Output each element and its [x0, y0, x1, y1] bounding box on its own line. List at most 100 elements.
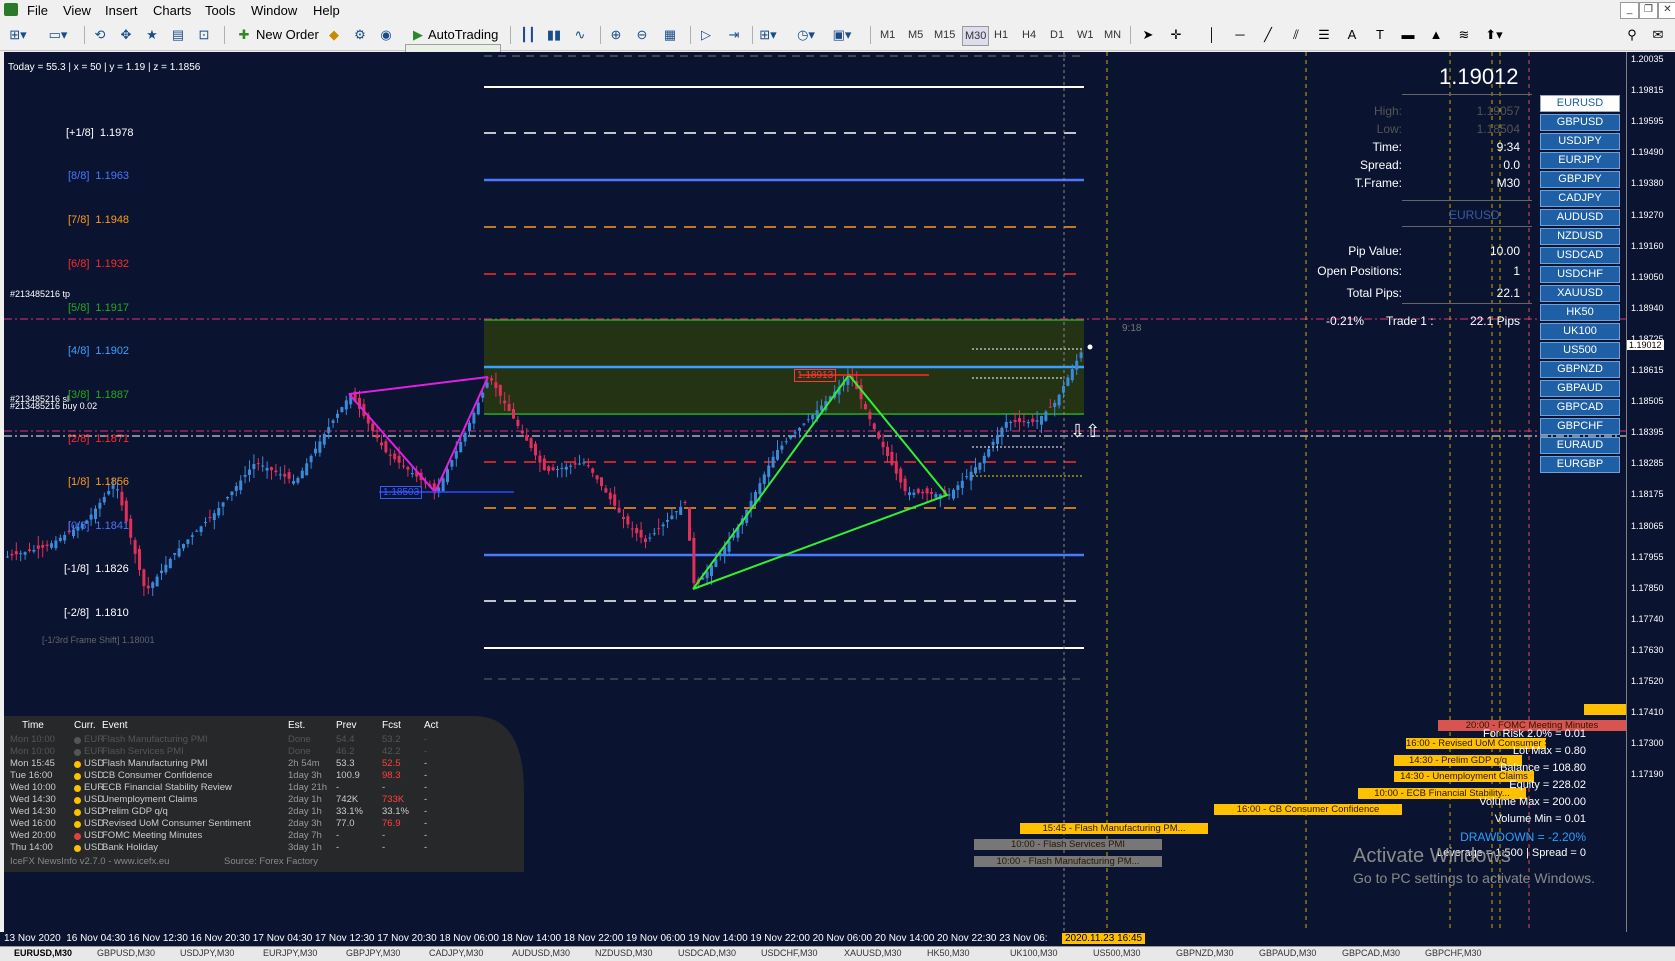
timeframe-mn[interactable]: MN [1104, 26, 1121, 44]
symbol-button-cadjpy[interactable]: CADJPY [1540, 190, 1620, 207]
chart-tab[interactable]: HK50,M30 [927, 948, 970, 958]
menu-tools[interactable]: Tools [205, 3, 235, 18]
indicators-icon[interactable]: ⊞▾ [758, 24, 778, 46]
symbol-button-usdjpy[interactable]: USDJPY [1540, 133, 1620, 150]
new-chart-icon[interactable]: ⊞▾ [8, 24, 28, 46]
symbol-button-euraud[interactable]: EURAUD [1540, 437, 1620, 454]
favorites-icon[interactable]: ★ [142, 24, 162, 46]
line-chart-icon[interactable]: ∿ [570, 24, 590, 46]
symbol-button-gbpusd[interactable]: GBPUSD [1540, 114, 1620, 131]
candlestick-icon[interactable]: ▮▮ [544, 24, 564, 46]
autoscroll-icon[interactable]: ▷ [696, 24, 716, 46]
triangle-icon[interactable]: ▲ [1426, 24, 1446, 46]
timeframe-w1[interactable]: W1 [1077, 26, 1094, 44]
crosshair-icon[interactable]: ✛ [1166, 24, 1186, 46]
chart-tab[interactable]: GBPCHF,M30 [1425, 948, 1482, 958]
symbol-button-usdcad[interactable]: USDCAD [1540, 247, 1620, 264]
chat-icon[interactable]: ✉ [1648, 24, 1668, 46]
chart-tab[interactable]: GBPUSD,M30 [97, 948, 155, 958]
price-axis[interactable]: 1.20035 1.19815 1.19595 1.19490 1.19380 1.192… [1626, 52, 1675, 932]
chart-tab[interactable]: UK100,M30 [1010, 948, 1058, 958]
menu-charts[interactable]: Charts [153, 3, 191, 18]
symbol-button-uk100[interactable]: UK100 [1540, 323, 1620, 340]
horizontal-line-icon[interactable]: ─ [1230, 24, 1250, 46]
new-order-button[interactable]: New Order [256, 24, 319, 46]
menu-view[interactable]: View [63, 3, 91, 18]
market-icon[interactable]: ◉ [376, 24, 396, 46]
fibo-fan-icon[interactable]: ≋ [1454, 24, 1474, 46]
symbol-button-gbpjpy[interactable]: GBPJPY [1540, 171, 1620, 188]
symbol-button-nzdusd[interactable]: NZDUSD [1540, 228, 1620, 245]
minimize-button[interactable]: _ [1620, 2, 1639, 19]
symbol-button-usdchf[interactable]: USDCHF [1540, 266, 1620, 283]
restore-button[interactable]: ❐ [1639, 2, 1658, 19]
news-bar[interactable]: 15:45 - Flash Manufacturing PM... [1020, 823, 1208, 834]
rectangle-icon[interactable]: ▬ [1398, 24, 1418, 46]
chart-tab[interactable]: NZDUSD,M30 [595, 948, 653, 958]
cursor-icon[interactable]: ➤ [1138, 24, 1158, 46]
time-axis[interactable]: 13 Nov 2020 16 Nov 04:30 16 Nov 12:30 16 No… [0, 932, 1675, 946]
close-button[interactable]: ✕ [1658, 2, 1675, 19]
bar-chart-icon[interactable]: ┃┃ [518, 24, 538, 46]
timeframe-m1[interactable]: M1 [880, 26, 895, 44]
symbol-button-hk50[interactable]: HK50 [1540, 304, 1620, 321]
text-label-icon[interactable]: T [1370, 24, 1390, 46]
timeframe-h4[interactable]: H4 [1022, 26, 1036, 44]
trendline-icon[interactable]: ╱ [1258, 24, 1278, 46]
profiles-icon[interactable]: ▭▾ [48, 24, 68, 46]
strategy-tester-icon[interactable]: ⊡ [194, 24, 214, 46]
chart-tab[interactable]: CADJPY,M30 [429, 948, 483, 958]
chart-tab[interactable]: EURUSD,M30 [14, 948, 72, 958]
equidistant-channel-icon[interactable]: ⫽ [1286, 24, 1306, 46]
symbol-button-gbpaud[interactable]: GBPAUD [1540, 380, 1620, 397]
chart-tab[interactable]: US500,M30 [1093, 948, 1141, 958]
news-bar[interactable]: 16:00 - CB Consumer Confidence [1214, 804, 1402, 815]
symbol-button-eurusd[interactable]: EURUSD [1540, 95, 1620, 112]
chart-tab[interactable]: USDJPY,M30 [180, 948, 234, 958]
symbol-button-gbpcad[interactable]: GBPCAD [1540, 399, 1620, 416]
new-order-icon[interactable]: ✚ [234, 24, 254, 46]
chart-tab[interactable]: EURJPY,M30 [263, 948, 317, 958]
menu-file[interactable]: File [27, 3, 48, 18]
fibonacci-icon[interactable]: ☰ [1314, 24, 1334, 46]
metaeditor-icon[interactable]: ◆ [324, 24, 344, 46]
zoom-out-icon[interactable]: ⊖ [632, 24, 652, 46]
news-bar[interactable]: 10:00 - Flash Services PMI [974, 839, 1162, 850]
app-icon[interactable] [4, 3, 18, 16]
symbol-button-audusd[interactable]: AUDUSD [1540, 209, 1620, 226]
search-icon[interactable]: ⚲ [1622, 24, 1642, 46]
symbol-button-xauusd[interactable]: XAUUSD [1540, 285, 1620, 302]
templates-icon[interactable]: ▣▾ [832, 24, 852, 46]
chart-tab[interactable]: USDCHF,M30 [761, 948, 818, 958]
symbol-button-eurjpy[interactable]: EURJPY [1540, 152, 1620, 169]
zoom-in-icon[interactable]: ⊕ [606, 24, 626, 46]
chart-tab[interactable]: GBPNZD,M30 [1176, 948, 1234, 958]
chart-tab[interactable]: USDCAD,M30 [678, 948, 736, 958]
chart-tab[interactable]: GBPCAD,M30 [1342, 948, 1400, 958]
chart-tab[interactable]: XAUUSD,M30 [844, 948, 902, 958]
chart-tab[interactable]: GBPJPY,M30 [346, 948, 400, 958]
symbol-button-gbpnzd[interactable]: GBPNZD [1540, 361, 1620, 378]
timeframe-m30[interactable]: M30 [962, 26, 990, 46]
menu-insert[interactable]: Insert [105, 3, 138, 18]
vertical-line-icon[interactable]: │ [1202, 24, 1222, 46]
news-bar[interactable]: 10:00 - Flash Manufacturing PM... [974, 856, 1162, 867]
menu-help[interactable]: Help [313, 3, 340, 18]
chart-tab[interactable]: AUDUSD,M30 [512, 948, 570, 958]
timeframe-d1[interactable]: D1 [1050, 26, 1064, 44]
timeframe-h1[interactable]: H1 [994, 26, 1008, 44]
timeframe-m5[interactable]: M5 [908, 26, 923, 44]
tile-windows-icon[interactable]: ▦ [660, 24, 680, 46]
arrows-icon[interactable]: ⬆▾ [1484, 24, 1504, 46]
symbol-button-us500[interactable]: US500 [1540, 342, 1620, 359]
chart-area[interactable]: Today = 55.3 | x = 50 | y = 1.19 | z = 1… [4, 52, 1626, 932]
symbol-button-eurgbp[interactable]: EURGBP [1540, 456, 1620, 473]
terminal-icon[interactable]: ▤ [168, 24, 188, 46]
market-watch-icon[interactable]: ⟲ [90, 24, 110, 46]
periods-icon[interactable]: ◷▾ [796, 24, 816, 46]
chart-shift-icon[interactable]: ⇥ [724, 24, 744, 46]
signals-icon[interactable]: ⚙ [350, 24, 370, 46]
timeframe-m15[interactable]: M15 [934, 26, 955, 44]
symbol-button-gbpchf[interactable]: GBPCHF [1540, 418, 1620, 435]
navigator-icon[interactable]: ✥ [116, 24, 136, 46]
